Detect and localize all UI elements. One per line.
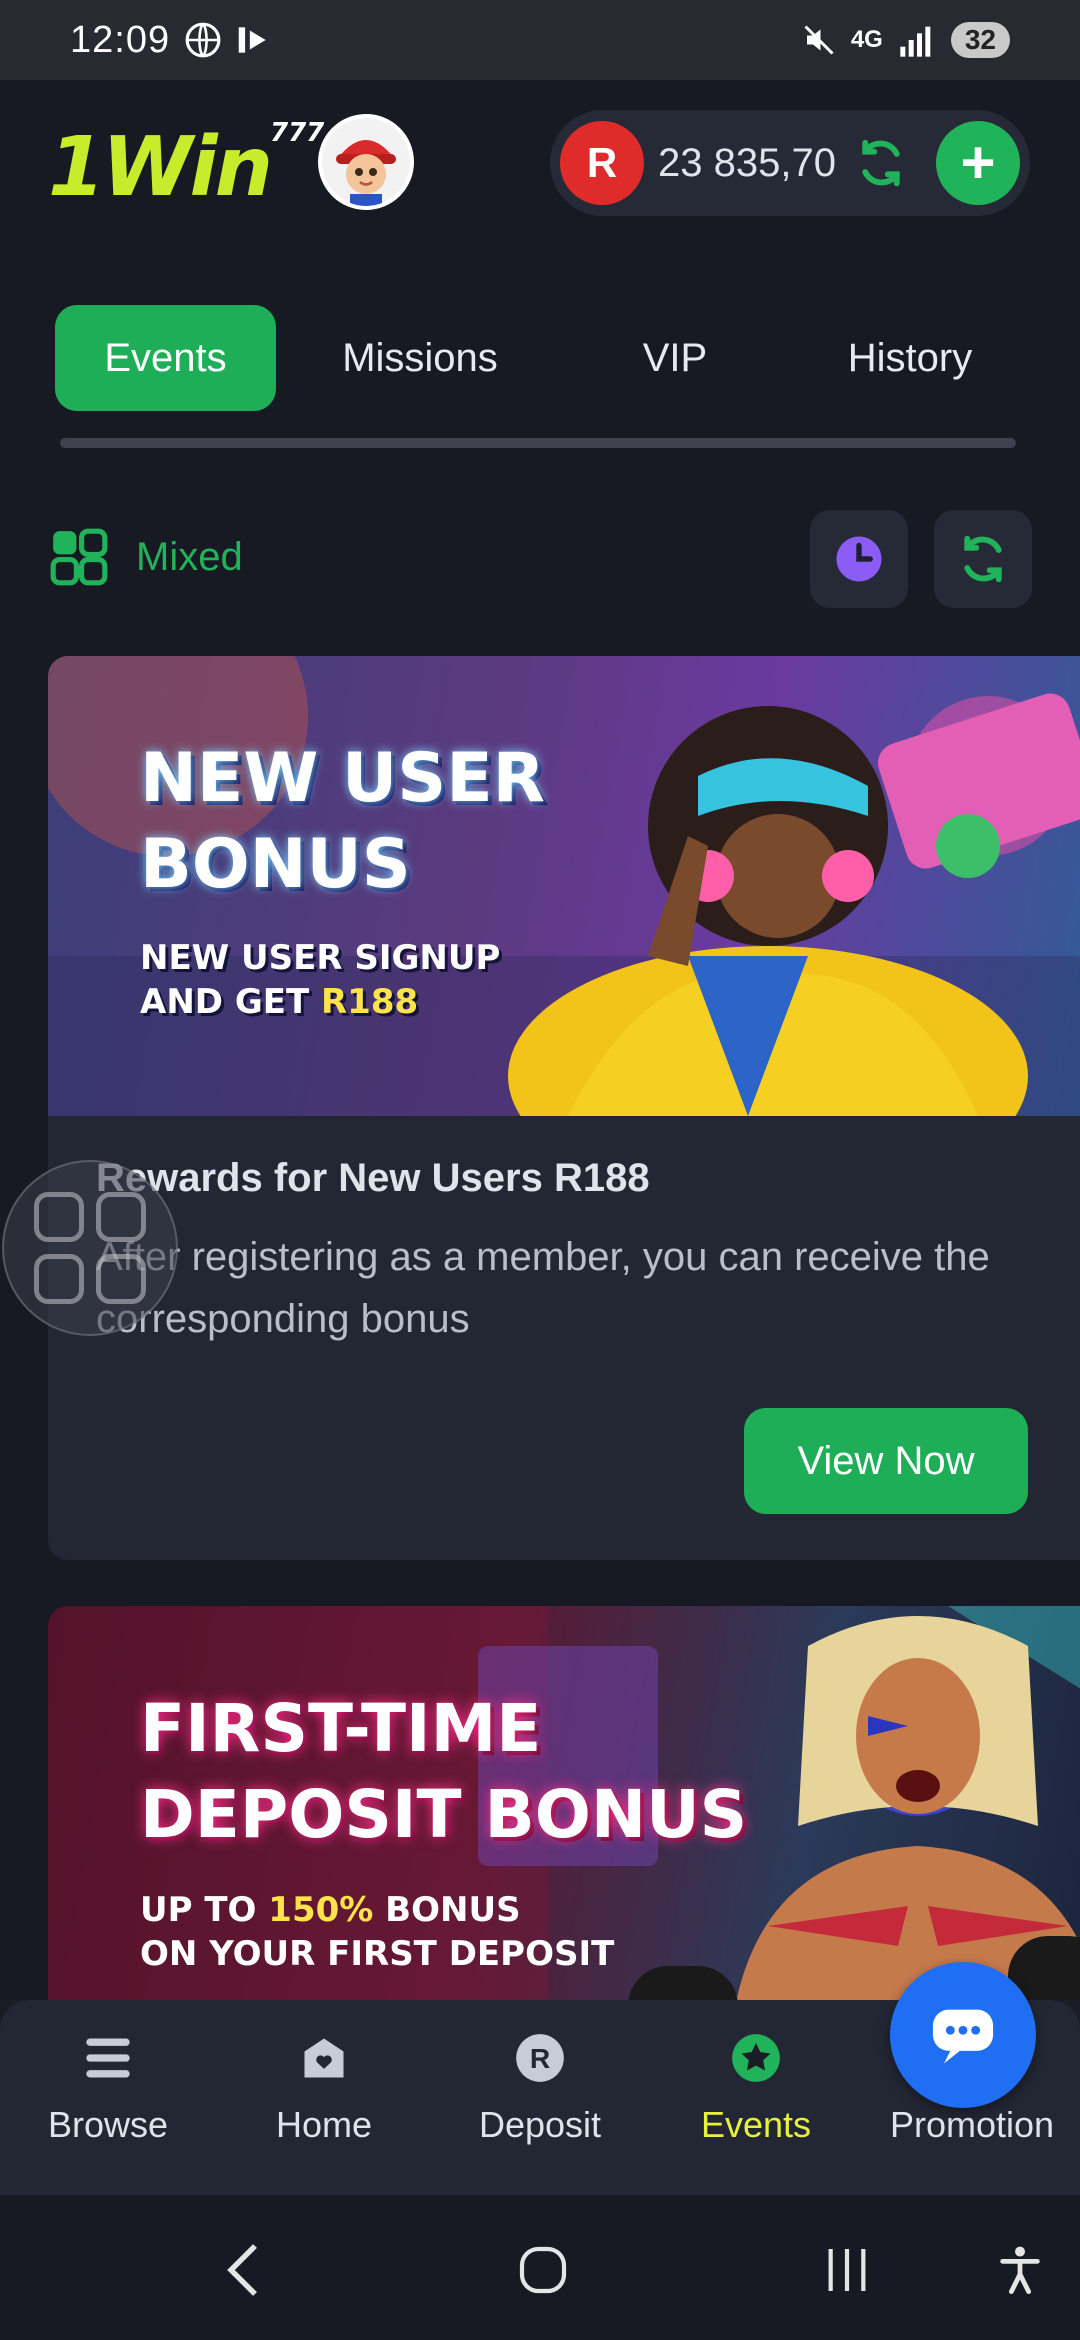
grid-icon bbox=[50, 528, 108, 586]
nav-label: Home bbox=[275, 2104, 373, 2145]
apps-grid-icon bbox=[96, 1254, 146, 1304]
banner-sub-amount: R188 bbox=[321, 982, 419, 1022]
home-circle-icon bbox=[519, 2246, 567, 2294]
event-description: After registering as a member, you can r… bbox=[96, 1235, 990, 1341]
apps-grid-icon bbox=[96, 1192, 146, 1242]
tab-events[interactable]: Events bbox=[55, 305, 276, 411]
banner-sub-percent: 150% bbox=[268, 1890, 374, 1930]
banner-title: FIRST-TIME DEPOSIT BONUS bbox=[140, 1686, 747, 1858]
nav-home[interactable]: Home bbox=[224, 2030, 424, 2146]
home-icon bbox=[296, 2030, 352, 2086]
clock-icon bbox=[836, 536, 882, 582]
brand-logo[interactable]: 1Win777 bbox=[48, 117, 325, 215]
filter-bar: Mixed bbox=[0, 450, 1080, 650]
status-time: 12:09 bbox=[70, 18, 171, 61]
view-now-button[interactable]: View Now bbox=[744, 1408, 1028, 1514]
tab-bar: Events Missions VIP History bbox=[0, 250, 1080, 450]
nav-label: Promotion bbox=[889, 2104, 1055, 2145]
accessibility-button[interactable] bbox=[985, 2235, 1055, 2305]
event-banner[interactable]: NEW USER BONUS NEW USER SIGNUP AND GET R18… bbox=[48, 656, 1080, 1116]
nav-browse[interactable]: Browse bbox=[8, 2030, 208, 2146]
filter-label: Mixed bbox=[136, 534, 243, 579]
avatar-character-icon bbox=[322, 118, 410, 206]
tab-vip[interactable]: VIP bbox=[590, 305, 760, 411]
back-icon bbox=[227, 2244, 257, 2296]
avatar[interactable] bbox=[318, 114, 414, 210]
tab-scroll-track bbox=[60, 438, 1016, 448]
balance-amount: 23 835,70 bbox=[658, 140, 836, 185]
chat-support-button[interactable] bbox=[890, 1962, 1036, 2108]
network-type: 4G bbox=[850, 26, 883, 53]
events-icon bbox=[728, 2030, 784, 2086]
globe-icon bbox=[185, 22, 221, 58]
wallet-balance[interactable]: R 23 835,70 + bbox=[550, 110, 1030, 216]
battery-badge: 32 bbox=[950, 22, 1010, 58]
banner-subtitle: UP TO 150% BONUS ON YOUR FIRST DEPOSIT bbox=[140, 1888, 614, 1976]
signal-icon bbox=[900, 26, 931, 57]
history-clock-button[interactable] bbox=[810, 510, 908, 608]
banner-title-line2: DEPOSIT BONUS bbox=[140, 1776, 748, 1853]
event-card: FIRST-TIME DEPOSIT BONUS UP TO 150% BONUS… bbox=[48, 1606, 1080, 2000]
accessibility-icon bbox=[1000, 2246, 1040, 2295]
refresh-icon bbox=[964, 535, 1002, 583]
logo-suffix: 777 bbox=[270, 117, 325, 148]
svg-text:R: R bbox=[530, 2043, 550, 2074]
apps-grid-icon bbox=[34, 1254, 84, 1304]
nav-label: Events bbox=[700, 2104, 812, 2145]
banner-title-line2: BONUS bbox=[140, 825, 411, 904]
back-button[interactable] bbox=[208, 2235, 278, 2305]
banner-sub-line2: ON YOUR FIRST DEPOSIT bbox=[140, 1934, 615, 1974]
deposit-icon: R bbox=[512, 2030, 568, 2086]
floating-apps-button[interactable] bbox=[2, 1160, 178, 1336]
nav-label: Browse bbox=[47, 2104, 169, 2145]
banner-sub-line1: NEW USER SIGNUP bbox=[140, 938, 501, 978]
banner-subtitle: NEW USER SIGNUP AND GET R188 bbox=[140, 936, 500, 1024]
recents-icon bbox=[828, 2249, 866, 2291]
chat-icon bbox=[932, 2009, 994, 2064]
system-nav-bar bbox=[0, 2195, 1080, 2340]
refresh-balance-icon[interactable] bbox=[854, 136, 908, 190]
nav-deposit[interactable]: R Deposit bbox=[440, 2030, 640, 2146]
event-banner[interactable]: FIRST-TIME DEPOSIT BONUS UP TO 150% BONUS… bbox=[48, 1606, 1080, 2000]
apps-grid-icon bbox=[34, 1192, 84, 1242]
banner-sub-line2: AND GET bbox=[140, 982, 321, 1022]
cast-icon bbox=[238, 27, 266, 53]
category-filter[interactable]: Mixed bbox=[48, 526, 243, 588]
logo-text: 1Win bbox=[48, 120, 273, 215]
tab-history[interactable]: History bbox=[810, 305, 1010, 411]
add-funds-button[interactable]: + bbox=[936, 121, 1020, 205]
status-right: 4G 32 bbox=[801, 22, 1010, 58]
nav-events[interactable]: Events bbox=[656, 2030, 856, 2146]
event-title: Rewards for New Users R188 bbox=[96, 1156, 650, 1200]
home-system-button[interactable] bbox=[508, 2235, 578, 2305]
tab-missions[interactable]: Missions bbox=[320, 305, 520, 411]
banner-title: NEW USER BONUS bbox=[140, 736, 545, 908]
banner-title-line1: FIRST-TIME bbox=[140, 1690, 542, 1767]
banner-sub-prefix: UP TO bbox=[140, 1890, 269, 1930]
mute-icon bbox=[804, 25, 834, 55]
banner-title-line1: NEW USER bbox=[140, 739, 546, 818]
app-header: 1Win777 R 23 835,70 + bbox=[0, 80, 1080, 250]
nav-label: Deposit bbox=[478, 2104, 602, 2145]
status-left-icons bbox=[184, 21, 272, 59]
status-bar: 12:09 4G 32 bbox=[0, 0, 1080, 80]
menu-icon bbox=[80, 2030, 136, 2086]
recents-button[interactable] bbox=[812, 2235, 882, 2305]
refresh-button[interactable] bbox=[934, 510, 1032, 608]
event-card: NEW USER BONUS NEW USER SIGNUP AND GET R18… bbox=[48, 656, 1080, 1560]
banner-sub-suffix: BONUS bbox=[373, 1890, 521, 1930]
plus-icon: + bbox=[960, 129, 996, 196]
events-list: NEW USER BONUS NEW USER SIGNUP AND GET R18… bbox=[0, 650, 1080, 2000]
currency-coin: R bbox=[560, 121, 644, 205]
